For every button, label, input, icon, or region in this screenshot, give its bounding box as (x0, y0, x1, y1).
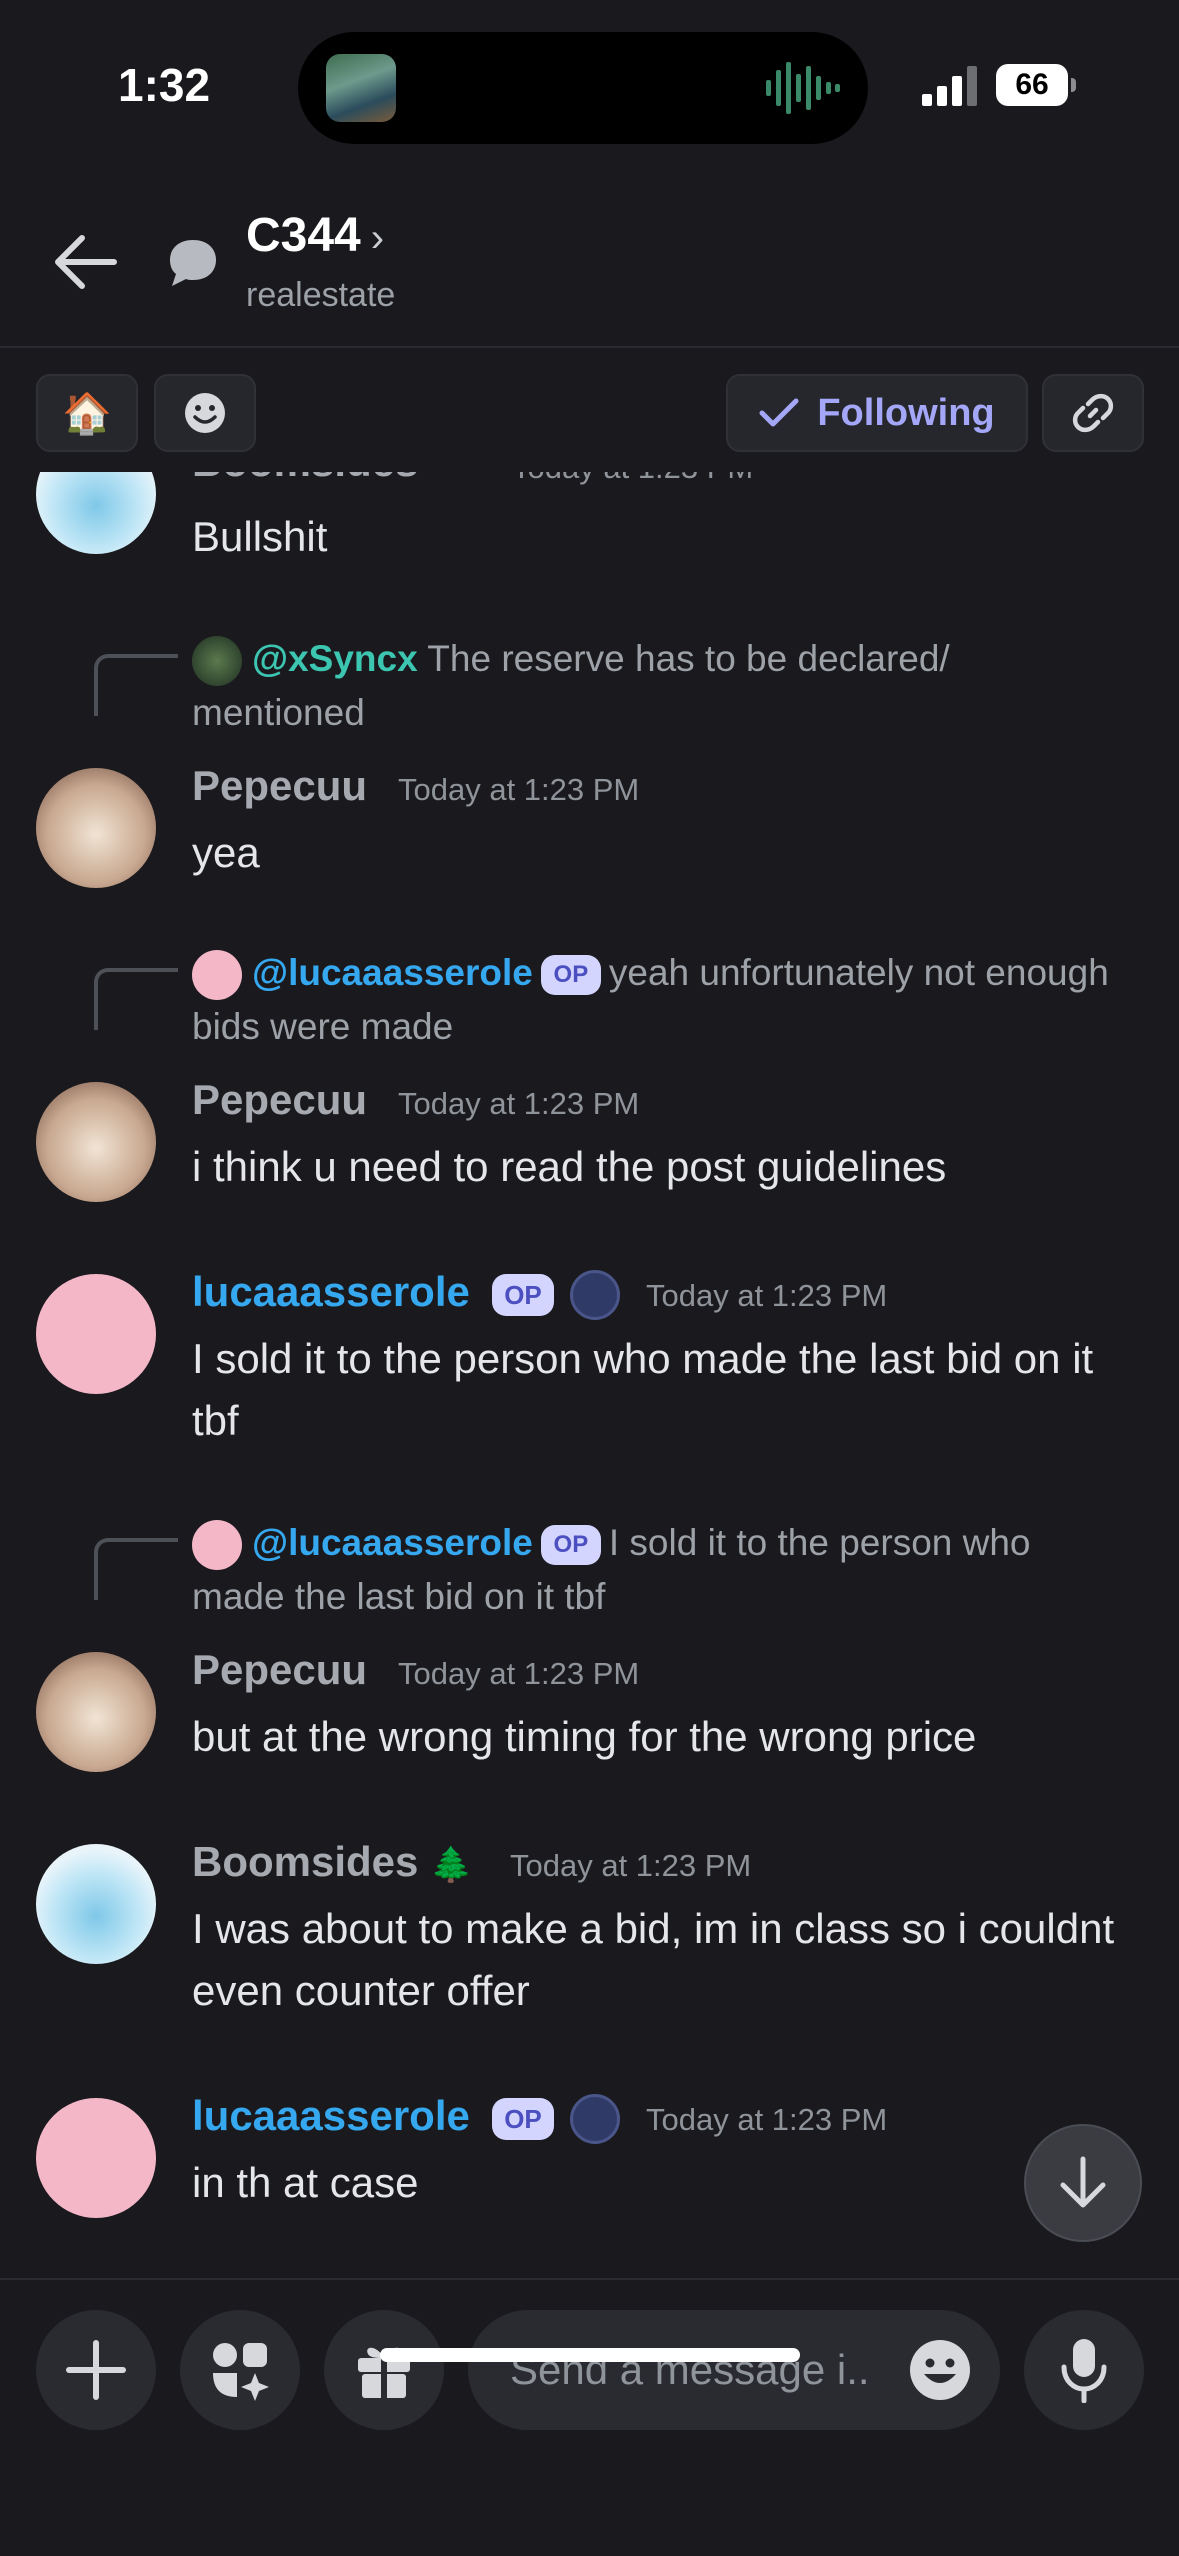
username[interactable]: Boomsides 🌲 (192, 1838, 472, 1886)
message-text: yea (192, 829, 260, 876)
avatar[interactable] (36, 768, 156, 888)
timestamp: Today at 1:23 PM (510, 1848, 752, 1883)
dynamic-island[interactable] (298, 32, 868, 144)
following-label: Following (817, 391, 995, 434)
reply-preview[interactable]: @lucaaasserole OP yeah unfortunately not e… (192, 946, 1119, 1054)
gift-button[interactable] (324, 2310, 444, 2430)
username[interactable]: lucaaasserole (192, 2092, 470, 2140)
reply-mention: @xSyncx (252, 638, 418, 679)
chevron-right-icon: › (370, 216, 385, 260)
following-button[interactable]: Following (726, 374, 1028, 452)
server-badge-icon (570, 1270, 620, 1320)
message-list[interactable]: Boomsides Today at 1:23 PM Bullshit @xSy… (0, 472, 1179, 2278)
voice-message-button[interactable] (1024, 2310, 1144, 2430)
reply-avatar (192, 950, 242, 1001)
reply-mention: @lucaaasserole (252, 1522, 533, 1563)
apps-button[interactable] (180, 2310, 300, 2430)
timestamp: Today at 1:23 PM (398, 772, 640, 807)
status-time: 1:32 (118, 59, 211, 111)
emoji-picker-icon[interactable] (908, 2338, 972, 2402)
op-badge: OP (540, 955, 601, 996)
microphone-icon (1061, 2339, 1107, 2403)
reply-avatar (192, 636, 242, 687)
arrow-down-icon (1060, 2156, 1106, 2208)
reply-mention: @lucaaasserole (252, 952, 533, 993)
timestamp: Today at 1:23 PM (398, 1656, 640, 1691)
reply-connector (94, 654, 178, 716)
smiley-icon (185, 393, 225, 433)
link-icon (1072, 393, 1114, 433)
message-text: i think u need to read the post guidelin… (192, 1143, 947, 1190)
checkmark-icon (759, 398, 799, 427)
home-indicator[interactable] (380, 2348, 800, 2362)
username-text: Boomsides (192, 1838, 419, 1885)
username[interactable]: Pepecuu (192, 1646, 367, 1694)
channel-header: C344 › realestate (0, 170, 1179, 348)
message-input[interactable]: Send a message i.. (468, 2310, 1000, 2430)
thread-icon (170, 240, 216, 286)
thread-title-text: C344 (246, 209, 361, 262)
op-badge: OP (492, 2098, 554, 2140)
channel-name: realestate (246, 276, 396, 314)
message-text: but at the wrong timing for the wrong pr… (192, 1713, 977, 1760)
op-badge: OP (540, 1525, 601, 1566)
status-bar: 1:32 66 (0, 0, 1179, 170)
avatar[interactable] (36, 2098, 156, 2218)
plus-icon (66, 2340, 126, 2400)
reply-connector (94, 1538, 178, 1600)
reply-preview[interactable]: @xSyncx The reserve has to be declared/ … (192, 632, 1119, 740)
message-text: in th at case (192, 2159, 419, 2206)
composer-bar: Send a message i.. (0, 2278, 1179, 2556)
thread-title[interactable]: C344 › (246, 208, 384, 263)
battery-indicator: 66 (996, 64, 1076, 106)
message-text: I was about to make a bid, im in class s… (192, 1905, 1115, 2014)
reply-avatar (192, 1520, 242, 1571)
add-attachment-button[interactable] (36, 2310, 156, 2430)
copy-link-button[interactable] (1042, 374, 1144, 452)
avatar[interactable] (36, 1274, 156, 1394)
username[interactable]: Pepecuu (192, 762, 367, 810)
house-tag-chip[interactable]: 🏠 (36, 374, 138, 452)
tree-emoji-icon: 🌲 (430, 1846, 473, 1884)
reply-connector (94, 968, 178, 1030)
op-badge: OP (492, 1274, 554, 1316)
avatar[interactable] (36, 472, 156, 554)
username[interactable]: Boomsides (192, 472, 418, 486)
timestamp: Today at 1:23 PM (398, 1086, 640, 1121)
timestamp: Today at 1:23 PM (646, 2102, 888, 2137)
audio-waveform-icon (766, 62, 840, 114)
avatar[interactable] (36, 1844, 156, 1964)
jump-to-latest-button[interactable] (1024, 2124, 1142, 2242)
reply-preview[interactable]: @lucaaasserole OP I sold it to the person … (192, 1516, 1119, 1624)
house-emoji-icon: 🏠 (62, 391, 112, 436)
server-badge-icon (570, 2094, 620, 2144)
username[interactable]: Pepecuu (192, 1076, 367, 1124)
timestamp: Today at 1:23 PM (512, 472, 753, 486)
now-playing-thumbnail (326, 54, 396, 122)
avatar[interactable] (36, 1652, 156, 1772)
cellular-signal-icon (922, 66, 977, 106)
timestamp: Today at 1:23 PM (646, 1278, 888, 1313)
username[interactable]: lucaaasserole (192, 1268, 470, 1316)
apps-sparkle-icon (213, 2343, 269, 2401)
thread-tag-bar: 🏠 Following (0, 348, 1179, 472)
add-reaction-chip[interactable] (154, 374, 256, 452)
avatar[interactable] (36, 1082, 156, 1202)
message-text: Bullshit (192, 513, 328, 560)
back-arrow-icon[interactable] (52, 232, 118, 292)
message-text: I sold it to the person who made the las… (192, 1335, 1094, 1444)
